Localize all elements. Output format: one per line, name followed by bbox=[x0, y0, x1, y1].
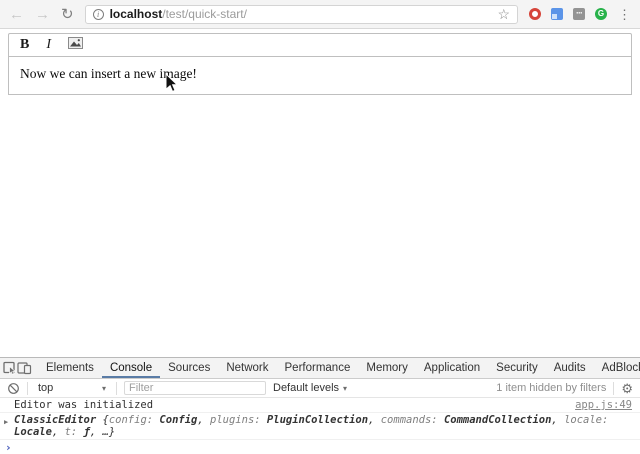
address-bar[interactable]: i localhost/test/quick-start/ ☆ bbox=[85, 5, 518, 24]
extension-dots-icon[interactable]: ··· bbox=[573, 8, 585, 20]
toolbar-separator bbox=[116, 382, 117, 395]
url-text[interactable]: localhost/test/quick-start/ bbox=[110, 7, 247, 21]
disclosure-triangle-icon[interactable]: ▶ bbox=[4, 416, 8, 428]
console-toolbar: top ▾ Default levels ▾ 1 item hidden by … bbox=[0, 379, 640, 398]
editor-toolbar: B I bbox=[8, 33, 632, 57]
console-settings-gear-icon[interactable]: ⚙ bbox=[621, 382, 633, 395]
forward-icon[interactable]: → bbox=[35, 7, 50, 22]
bookmark-star-icon[interactable]: ☆ bbox=[497, 7, 510, 21]
reload-icon[interactable]: ↻ bbox=[61, 7, 74, 22]
context-label: top bbox=[38, 382, 53, 394]
url-path: /test/quick-start/ bbox=[162, 7, 247, 21]
image-icon bbox=[68, 37, 83, 53]
back-icon[interactable]: ← bbox=[9, 7, 24, 22]
tab-sources[interactable]: Sources bbox=[160, 358, 218, 378]
tab-network[interactable]: Network bbox=[218, 358, 276, 378]
extension-red-icon[interactable] bbox=[529, 8, 541, 20]
device-toolbar-icon[interactable] bbox=[17, 358, 32, 378]
chevron-down-icon: ▾ bbox=[343, 384, 347, 393]
tab-adblock[interactable]: AdBlock bbox=[594, 358, 640, 378]
bold-button[interactable]: B bbox=[20, 38, 29, 52]
page-info-icon[interactable]: i bbox=[93, 9, 104, 20]
extension-icons: ··· G bbox=[529, 8, 607, 20]
console-prompt[interactable]: › bbox=[0, 440, 640, 454]
object-preview[interactable]: ClassicEditor {config: Config, plugins: … bbox=[14, 414, 632, 438]
tab-memory[interactable]: Memory bbox=[358, 358, 416, 378]
tab-application[interactable]: Application bbox=[416, 358, 488, 378]
devtools-tabbar: ElementsConsoleSourcesNetworkPerformance… bbox=[0, 358, 640, 379]
insert-image-button[interactable] bbox=[68, 37, 83, 53]
extension-blue-icon[interactable] bbox=[551, 8, 563, 20]
tab-audits[interactable]: Audits bbox=[546, 358, 594, 378]
inspect-element-icon[interactable] bbox=[3, 358, 17, 378]
editor-text: Now we can insert a new image! bbox=[20, 66, 197, 81]
object-class-name: ClassicEditor bbox=[14, 414, 96, 426]
console-log-row: Editor was initialized app.js:49 bbox=[0, 398, 640, 413]
console-filter-input[interactable] bbox=[124, 381, 266, 395]
prompt-chevron-icon: › bbox=[5, 442, 12, 453]
browser-toolbar: ← → ↻ i localhost/test/quick-start/ ☆ ··… bbox=[0, 0, 640, 29]
chrome-menu-icon[interactable]: ⋮ bbox=[618, 8, 631, 21]
console-object-row: ▶ ClassicEditor {config: Config, plugins… bbox=[0, 413, 640, 440]
devtools-tabs: ElementsConsoleSourcesNetworkPerformance… bbox=[38, 358, 640, 378]
toolbar-separator bbox=[27, 382, 28, 395]
editor-content[interactable]: Now we can insert a new image! bbox=[8, 57, 632, 95]
object-preview-body: {config: Config, plugins: PluginCollecti… bbox=[14, 414, 608, 438]
chevron-down-icon: ▾ bbox=[102, 384, 106, 393]
grammarly-icon[interactable]: G bbox=[595, 8, 607, 20]
clear-console-icon[interactable] bbox=[7, 382, 20, 395]
toolbar-separator bbox=[613, 382, 614, 395]
hidden-items-info: 1 item hidden by filters bbox=[496, 382, 606, 394]
tab-security[interactable]: Security bbox=[488, 358, 546, 378]
tab-performance[interactable]: Performance bbox=[277, 358, 359, 378]
devtools-panel: ElementsConsoleSourcesNetworkPerformance… bbox=[0, 357, 640, 454]
tab-console[interactable]: Console bbox=[102, 358, 160, 378]
page-content: B I Now we can insert a new image! bbox=[0, 33, 640, 359]
log-message: Editor was initialized bbox=[14, 399, 153, 411]
url-host: localhost bbox=[110, 7, 163, 21]
log-levels-label: Default levels bbox=[273, 382, 339, 394]
log-levels-selector[interactable]: Default levels ▾ bbox=[273, 382, 347, 394]
rich-text-editor: B I Now we can insert a new image! bbox=[8, 33, 632, 95]
tab-elements[interactable]: Elements bbox=[38, 358, 102, 378]
console-messages: Editor was initialized app.js:49 ▶ Class… bbox=[0, 398, 640, 454]
context-selector[interactable]: top ▾ bbox=[35, 382, 109, 394]
italic-button[interactable]: I bbox=[46, 38, 51, 52]
source-link[interactable]: app.js:49 bbox=[575, 399, 632, 411]
